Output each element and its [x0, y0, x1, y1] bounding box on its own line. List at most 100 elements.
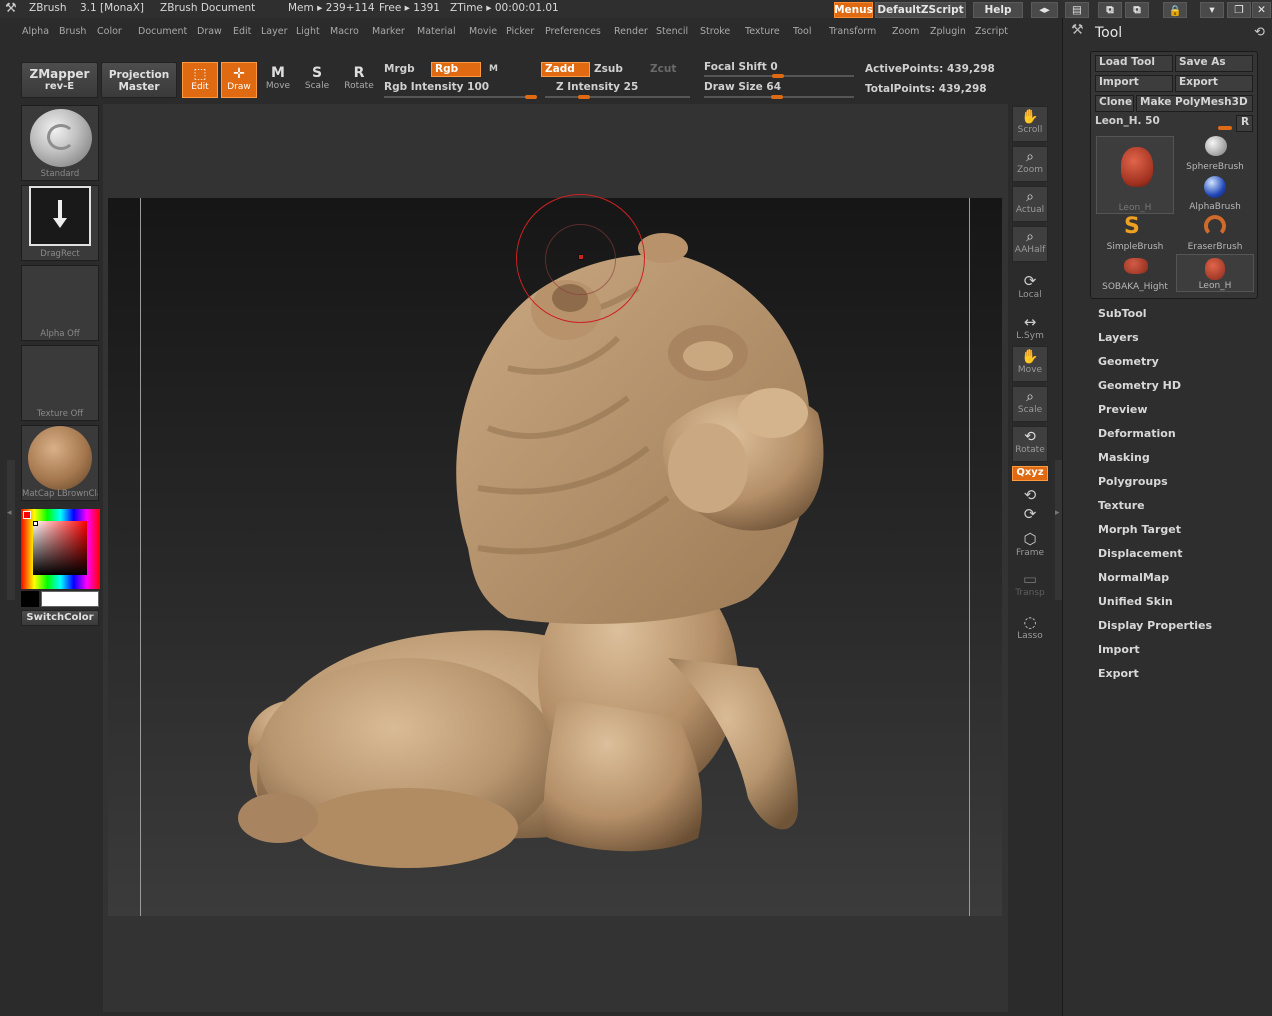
menu-tool[interactable]: Tool [793, 26, 811, 37]
submenu-morph-target[interactable]: Morph Target [1098, 523, 1181, 536]
transp-button[interactable]: ▭ Transp [1012, 570, 1048, 598]
rgb-intensity-slider[interactable]: Rgb Intensity 100 [384, 81, 489, 93]
color-square[interactable] [33, 521, 87, 575]
export-button[interactable]: Export [1175, 75, 1253, 92]
zcut-toggle[interactable]: Zcut [650, 63, 676, 75]
submenu-import[interactable]: Import [1098, 643, 1140, 656]
scale-view-button[interactable]: ⌕ Scale [1012, 386, 1048, 422]
menu-marker[interactable]: Marker [372, 26, 405, 37]
menu-stroke[interactable]: Stroke [700, 26, 730, 37]
make-polymesh-button[interactable]: Make PolyMesh3D [1136, 95, 1253, 112]
submenu-texture[interactable]: Texture [1098, 499, 1145, 512]
left-collapse-strip[interactable]: ◂ [7, 460, 15, 600]
menu-zscript[interactable]: Zscript [975, 26, 1008, 37]
zadd-toggle[interactable]: Zadd [541, 62, 590, 77]
menu-edit[interactable]: Edit [233, 26, 251, 37]
material-picker[interactable]: MatCap LBrownClay [21, 425, 99, 501]
submenu-display-properties[interactable]: Display Properties [1098, 619, 1212, 632]
rgb-toggle[interactable]: Rgb [431, 62, 481, 77]
menu-transform[interactable]: Transform [829, 26, 876, 37]
menu-stencil[interactable]: Stencil [656, 26, 688, 37]
submenu-layers[interactable]: Layers [1098, 331, 1139, 344]
zoom-button[interactable]: ⌕ Zoom [1012, 146, 1048, 182]
restore-icon[interactable]: ❐ [1227, 2, 1251, 18]
local-button[interactable]: ⟳ Local [1012, 272, 1048, 300]
xyz-toggle[interactable]: Qxyz [1012, 466, 1048, 481]
draw-button[interactable]: ✛ Draw [221, 62, 257, 98]
main-color-swatch[interactable] [41, 591, 99, 607]
edit-button[interactable]: ⬚ Edit [182, 62, 218, 98]
secondary-color-swatch[interactable] [21, 591, 39, 607]
default-zscript-button[interactable]: DefaultZScript [875, 2, 966, 18]
lasso-button[interactable]: ◌ Lasso [1012, 613, 1048, 641]
menu-layer[interactable]: Layer [261, 26, 288, 37]
z-intensity-slider[interactable]: Z Intensity 25 [556, 81, 638, 93]
menu-brush[interactable]: Brush [59, 26, 86, 37]
rotate-view-button[interactable]: ⟲ Rotate [1012, 426, 1048, 462]
menus-button[interactable]: Menus [834, 2, 873, 18]
lsym-button[interactable]: ↔ L.Sym [1012, 313, 1048, 341]
r-button[interactable]: R [1236, 115, 1253, 132]
switch-color-button[interactable]: SwitchColor [21, 610, 99, 626]
layout-toggle-icon[interactable]: ▤ [1065, 2, 1089, 18]
import-button[interactable]: Import [1095, 75, 1173, 92]
load-tool-button[interactable]: Load Tool [1095, 55, 1173, 72]
menu-picker[interactable]: Picker [506, 26, 534, 37]
texture-picker[interactable]: Texture Off [21, 345, 99, 421]
menu-material[interactable]: Material [417, 26, 456, 37]
rgb-intensity-track[interactable] [384, 96, 536, 98]
draw-size-slider[interactable]: Draw Size 64 [704, 81, 781, 93]
zmapper-button[interactable]: ZMapper rev-E [21, 62, 98, 98]
lock-icon[interactable]: 🔒 [1163, 2, 1187, 18]
m-toggle[interactable]: M [489, 64, 498, 74]
color-picker[interactable] [21, 509, 100, 589]
projection-master-button[interactable]: Projection Master [101, 62, 177, 98]
tool-thumb-eraserbrush[interactable]: EraserBrush [1176, 214, 1254, 252]
minimize-icon[interactable]: ▾ [1200, 2, 1224, 18]
submenu-geometry[interactable]: Geometry [1098, 355, 1159, 368]
palette-right-icon[interactable]: ⧉ [1125, 2, 1149, 18]
save-as-button[interactable]: Save As [1175, 55, 1253, 72]
mrgb-toggle[interactable]: Mrgb [384, 63, 415, 75]
scroll-button[interactable]: ✋ Scroll [1012, 106, 1048, 142]
tool-thumb-alphabrush[interactable]: AlphaBrush [1176, 174, 1254, 212]
aahalf-button[interactable]: ⌕ AAHalf [1012, 226, 1048, 262]
tool-thumb-leon-h-2[interactable]: Leon_H [1176, 254, 1254, 292]
menu-document[interactable]: Document [138, 26, 187, 37]
submenu-unified-skin[interactable]: Unified Skin [1098, 595, 1173, 608]
menu-light[interactable]: Light [296, 26, 320, 37]
submenu-subtool[interactable]: SubTool [1098, 307, 1147, 320]
actual-button[interactable]: ⌕ Actual [1012, 186, 1048, 222]
brush-picker[interactable]: Standard [21, 105, 99, 181]
clone-button[interactable]: Clone [1095, 95, 1134, 112]
scale-button[interactable]: S Scale [299, 62, 335, 98]
help-button[interactable]: Help [973, 2, 1023, 18]
submenu-preview[interactable]: Preview [1098, 403, 1148, 416]
submenu-export[interactable]: Export [1098, 667, 1139, 680]
menu-texture[interactable]: Texture [745, 26, 780, 37]
tool-thumb-spherebrush[interactable]: SphereBrush [1176, 134, 1254, 172]
submenu-displacement[interactable]: Displacement [1098, 547, 1183, 560]
z-intensity-track[interactable] [545, 96, 690, 98]
stroke-picker[interactable]: DragRect [21, 185, 99, 261]
submenu-normalmap[interactable]: NormalMap [1098, 571, 1169, 584]
menu-macro[interactable]: Macro [330, 26, 359, 37]
submenu-polygroups[interactable]: Polygroups [1098, 475, 1168, 488]
rotate-button[interactable]: R Rotate [341, 62, 377, 98]
move-view-button[interactable]: ✋ Move [1012, 346, 1048, 382]
alpha-picker[interactable]: Alpha Off [21, 265, 99, 341]
move-button[interactable]: M Move [260, 62, 296, 98]
menu-color[interactable]: Color [97, 26, 122, 37]
menu-zplugin[interactable]: Zplugin [930, 26, 966, 37]
document-canvas[interactable] [108, 194, 1002, 916]
submenu-masking[interactable]: Masking [1098, 451, 1150, 464]
menu-alpha[interactable]: Alpha [22, 26, 49, 37]
focal-shift-slider[interactable]: Focal Shift 0 [704, 61, 778, 73]
tool-thumb-simplebrush[interactable]: S SimpleBrush [1096, 214, 1174, 252]
menu-render[interactable]: Render [614, 26, 648, 37]
frame-button[interactable]: ⬡ Frame [1012, 530, 1048, 558]
close-icon[interactable]: ✕ [1252, 2, 1271, 18]
hide-shelf-icon[interactable]: ◂▸ [1031, 2, 1058, 18]
menu-preferences[interactable]: Preferences [545, 26, 601, 37]
menu-movie[interactable]: Movie [469, 26, 497, 37]
